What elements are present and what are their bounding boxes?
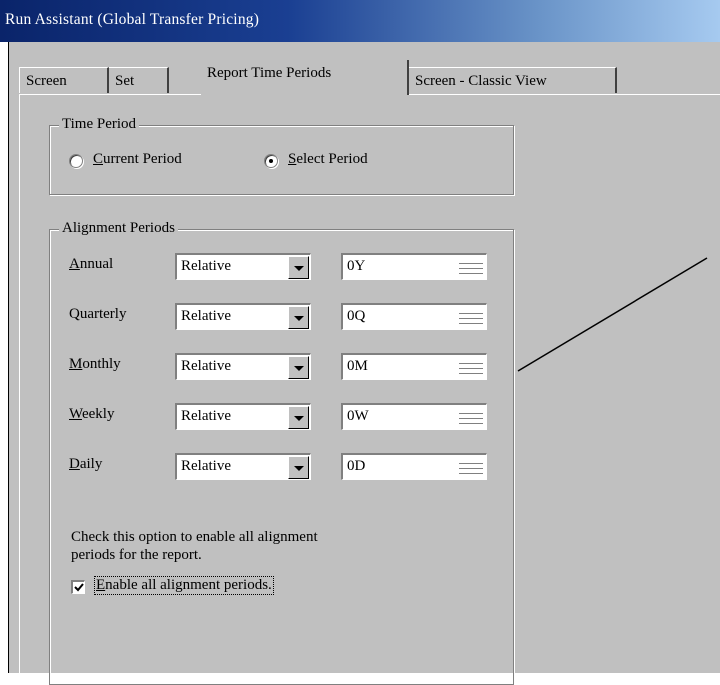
tab-report-time-periods[interactable]: Report Time Periods (201, 60, 409, 95)
callout-line (517, 257, 708, 372)
tab-label: Report Time Periods (207, 65, 332, 81)
